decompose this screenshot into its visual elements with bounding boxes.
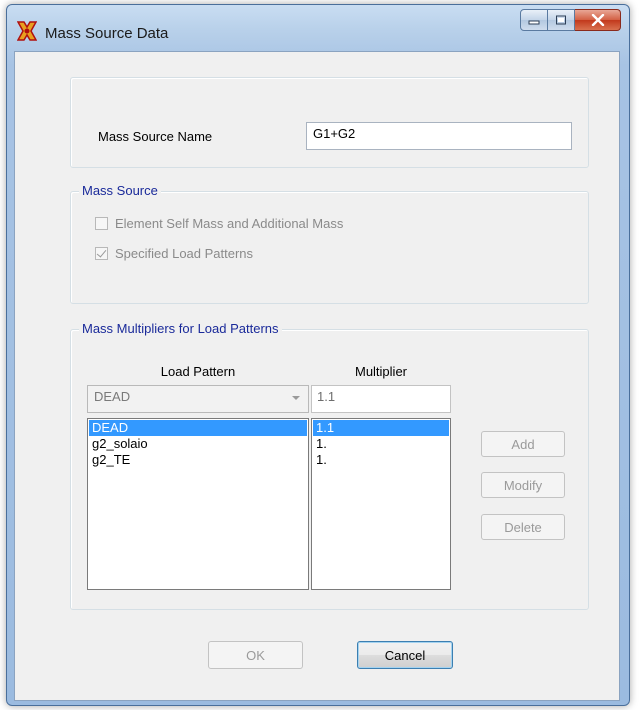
multiplier-header: Multiplier bbox=[354, 364, 407, 379]
mass-source-name-group: Mass Source Name G1+G2 bbox=[70, 77, 589, 168]
list-item[interactable]: 1. bbox=[313, 452, 449, 468]
specified-load-patterns-label: Specified Load Patterns bbox=[115, 246, 254, 261]
close-icon bbox=[591, 14, 604, 26]
modify-button[interactable]: Modify bbox=[481, 472, 565, 498]
minimize-icon bbox=[528, 20, 540, 25]
list-item[interactable]: 1.1 bbox=[313, 420, 449, 436]
load-pattern-list[interactable]: DEAD g2_solaio g2_TE bbox=[87, 418, 309, 590]
app-logo-icon bbox=[16, 21, 38, 41]
multiplier-list[interactable]: 1.1 1. 1. bbox=[311, 418, 451, 590]
add-button[interactable]: Add bbox=[481, 431, 565, 457]
element-self-mass-option[interactable]: Element Self Mass and Additional Mass bbox=[95, 216, 343, 231]
mass-source-name-input[interactable]: G1+G2 bbox=[306, 122, 572, 150]
close-button[interactable] bbox=[575, 9, 621, 31]
mass-source-group: Mass Source Element Self Mass and Additi… bbox=[70, 183, 589, 304]
ok-button[interactable]: OK bbox=[208, 641, 303, 669]
mass-source-dialog: Mass Source Data Mass Source Name G1+G2 … bbox=[6, 4, 630, 706]
mass-multipliers-group: Mass Multipliers for Load Patterns Load … bbox=[70, 321, 589, 610]
maximize-button[interactable] bbox=[548, 9, 575, 31]
window-title: Mass Source Data bbox=[45, 25, 169, 42]
list-item[interactable]: 1. bbox=[313, 436, 449, 452]
multiplier-input[interactable]: 1.1 bbox=[311, 385, 451, 413]
cancel-button[interactable]: Cancel bbox=[357, 641, 453, 669]
specified-load-patterns-checkbox[interactable] bbox=[95, 247, 108, 260]
chevron-down-icon[interactable] bbox=[292, 396, 300, 400]
mass-multipliers-group-title: Mass Multipliers for Load Patterns bbox=[79, 321, 282, 337]
load-pattern-dropdown-value: DEAD bbox=[94, 389, 131, 404]
load-pattern-dropdown[interactable]: DEAD bbox=[87, 385, 309, 413]
maximize-icon bbox=[556, 15, 566, 25]
element-self-mass-label: Element Self Mass and Additional Mass bbox=[115, 216, 344, 231]
mass-source-group-title: Mass Source bbox=[79, 183, 161, 199]
title-bar[interactable]: Mass Source Data bbox=[7, 5, 629, 51]
specified-load-patterns-option[interactable]: Specified Load Patterns bbox=[95, 246, 253, 261]
window-controls bbox=[520, 9, 621, 31]
list-item[interactable]: g2_solaio bbox=[89, 436, 307, 452]
load-pattern-header: Load Pattern bbox=[160, 364, 236, 379]
delete-button[interactable]: Delete bbox=[481, 514, 565, 540]
element-self-mass-checkbox[interactable] bbox=[95, 217, 108, 230]
mass-source-name-label: Mass Source Name bbox=[98, 129, 213, 144]
list-item[interactable]: DEAD bbox=[89, 420, 307, 436]
dialog-body: Mass Source Name G1+G2 Mass Source Eleme… bbox=[14, 51, 620, 701]
list-item[interactable]: g2_TE bbox=[89, 452, 307, 468]
minimize-button[interactable] bbox=[520, 9, 548, 31]
